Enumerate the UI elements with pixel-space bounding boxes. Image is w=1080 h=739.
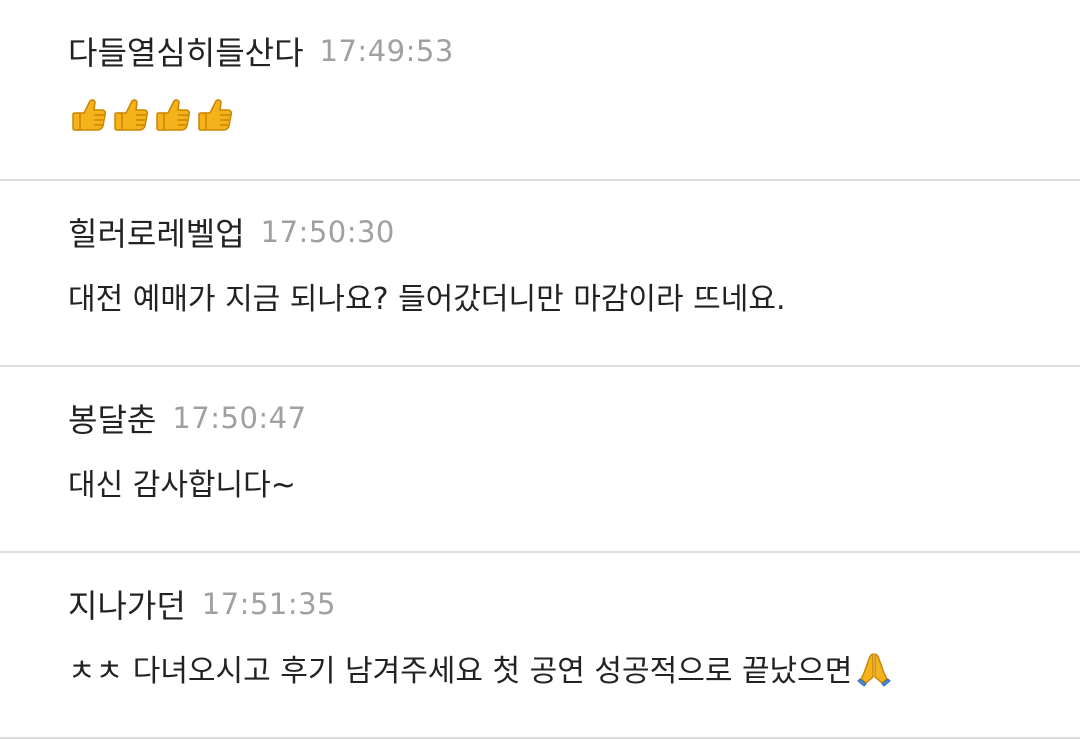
chat-message: 지나가던 17:51:35 ㅊㅊ 다녀오시고 후기 남겨주세요 첫 공연 성공적… bbox=[0, 553, 1080, 739]
message-header: 지나가던 17:51:35 bbox=[68, 581, 1080, 627]
message-body: 대전 예매가 지금 되나요? 들어갔더니만 마감이라 뜨네요. bbox=[68, 273, 1080, 319]
message-text: ㅊㅊ 다녀오시고 후기 남겨주세요 첫 공연 성공적으로 끝났으면 bbox=[68, 654, 853, 689]
message-header: 힐러로레벨업 17:50:30 bbox=[68, 209, 1080, 255]
folded-hands-icon bbox=[857, 653, 892, 687]
thumbs-up-icon bbox=[114, 99, 149, 131]
chat-message: 다들열심히들산다 17:49:53 bbox=[0, 0, 1080, 181]
author-name[interactable]: 다들열심히들산다 bbox=[68, 28, 304, 74]
author-name[interactable]: 힐러로레벨업 bbox=[68, 209, 245, 255]
author-name[interactable]: 봉달춘 bbox=[68, 395, 156, 441]
chat-message: 힐러로레벨업 17:50:30 대전 예매가 지금 되나요? 들어갔더니만 마감… bbox=[0, 181, 1080, 367]
timestamp: 17:49:53 bbox=[319, 34, 454, 68]
thumbs-up-icon bbox=[156, 99, 191, 131]
author-name[interactable]: 지나가던 bbox=[68, 581, 186, 627]
chat-feed: 다들열심히들산다 17:49:53 힐러로레벨업 17:50:30 대전 예매가… bbox=[0, 0, 1080, 739]
message-header: 다들열심히들산다 17:49:53 bbox=[68, 28, 1080, 74]
message-header: 봉달춘 17:50:47 bbox=[68, 395, 1080, 441]
message-body: ㅊㅊ 다녀오시고 후기 남겨주세요 첫 공연 성공적으로 끝났으면 bbox=[68, 645, 1080, 691]
chat-message: 봉달춘 17:50:47 대신 감사합니다~ bbox=[0, 367, 1080, 553]
message-body bbox=[68, 92, 1080, 138]
message-body: 대신 감사합니다~ bbox=[68, 459, 1080, 505]
thumbs-up-icon bbox=[198, 99, 233, 131]
message-text: 대신 감사합니다~ bbox=[68, 468, 296, 503]
timestamp: 17:50:30 bbox=[260, 215, 395, 249]
message-text: 대전 예매가 지금 되나요? 들어갔더니만 마감이라 뜨네요. bbox=[68, 282, 786, 317]
timestamp: 17:51:35 bbox=[201, 587, 337, 621]
timestamp: 17:50:47 bbox=[172, 401, 307, 435]
thumbs-up-icon bbox=[72, 99, 107, 131]
